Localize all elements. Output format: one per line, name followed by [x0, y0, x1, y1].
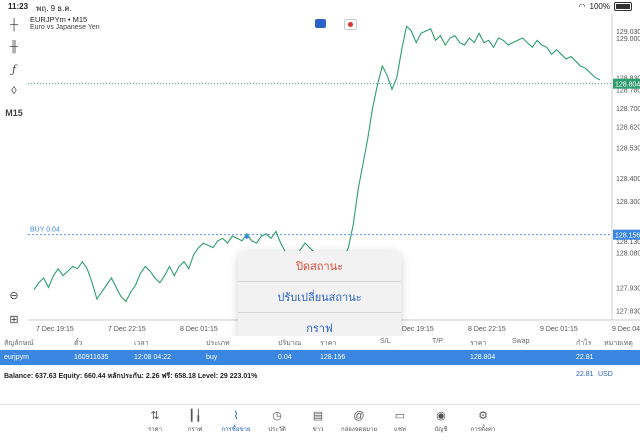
- x-tick-label: 7 Dec 19:15: [36, 326, 74, 333]
- nav-item-quotes[interactable]: ⇅ ราคา: [135, 409, 175, 434]
- trade-table-header: สัญลักษณ์ ตั๋ว เวลา ประเภท ปริมาณ ราคา S/L T/P ร…: [0, 336, 640, 349]
- y-tick-label: 128.080: [616, 250, 640, 257]
- entry-marker: [244, 234, 249, 239]
- column-header: เวลา: [134, 340, 149, 347]
- quotes-icon: ⇅: [150, 410, 160, 422]
- column-header: ปริมาณ: [278, 340, 302, 347]
- nav-label: กราฟ: [187, 427, 203, 433]
- column-header: ประเภท: [206, 340, 230, 347]
- battery-icon: [614, 2, 632, 11]
- table-cell: 22.81: [576, 354, 594, 361]
- wifi-icon: ◠: [578, 2, 586, 11]
- history-icon: ◷: [272, 410, 282, 422]
- table-cell: 0.04: [278, 354, 292, 361]
- table-cell: 12:08 04:22: [134, 354, 171, 361]
- nav-item-history[interactable]: ◷ ประวัติ: [257, 409, 297, 434]
- column-header: ตั๋ว: [74, 340, 83, 347]
- x-tick-label: 9 Dec 04:15: [612, 326, 640, 333]
- buy-price-text: 128.156: [615, 233, 640, 240]
- close-position-button[interactable]: ปิดสถานะ: [238, 251, 401, 282]
- nav-item-account[interactable]: ◉ บัญชี: [421, 409, 461, 434]
- nav-label: แชท: [394, 427, 406, 433]
- timeframe-button[interactable]: M15: [4, 104, 24, 122]
- chart-description: Euro vs Japanese Yen: [30, 24, 100, 31]
- add-icon[interactable]: ⊞: [4, 310, 24, 328]
- column-header: สัญลักษณ์: [4, 340, 34, 347]
- nav-item-trade[interactable]: ⌇ การซื้อขาย: [216, 409, 256, 434]
- nav-item-mailbox[interactable]: @ กล่องจดหมาย: [339, 409, 379, 434]
- x-tick-label: 9 Dec 01:15: [540, 326, 578, 333]
- position-context-menu: ปิดสถานะ ปรับเปลี่ยนสถานะ กราฟ: [238, 251, 401, 343]
- column-header: S/L: [380, 338, 391, 345]
- status-bar: 11:23 พฤ. 9 ธ.ค. ◠ 100%: [0, 0, 640, 14]
- table-cell: 160911635: [74, 354, 109, 361]
- table-cell: 128.804: [470, 354, 496, 361]
- status-right: ◠ 100%: [579, 2, 632, 11]
- settings-icon: ⚙: [478, 410, 488, 422]
- status-time: 11:23: [8, 2, 29, 11]
- chart-toolbar: ┼ ╫ ƒ ◊ M15 ⊖ ⊞: [0, 14, 28, 334]
- nav-item-settings[interactable]: ⚙ การตั้งค่า: [463, 409, 503, 434]
- balance-text: Balance: 637.63 Equity: 660.44 หลักประกั…: [4, 373, 258, 380]
- y-tick-label: 129.030: [616, 29, 640, 36]
- trade-icon: ⌇: [233, 410, 239, 422]
- bottom-nav: ⇅ ราคา ┃╽ กราฟ ⌇ การซื้อขาย ◷ ประวัติ ▤ ข่าว @ กล่อ…: [0, 404, 640, 448]
- y-tick-label: 127.830: [616, 309, 640, 316]
- y-tick-label: 128.130: [616, 239, 640, 246]
- nav-label: ประวัติ: [268, 427, 286, 433]
- table-cell: eurjpym: [4, 354, 29, 361]
- y-tick-label: 129.000: [616, 36, 640, 43]
- table-cell: 128.156: [320, 354, 346, 361]
- nav-item-chart[interactable]: ┃╽ กราฟ: [175, 409, 215, 434]
- chart-icon: ┃╽: [188, 410, 202, 422]
- balance-row: Balance: 637.63 Equity: 660.44 หลักประกั…: [0, 368, 640, 383]
- zoom-icon[interactable]: ⊖: [4, 286, 24, 304]
- column-header: หมายเหตุ: [604, 340, 633, 347]
- nav-label: การตั้งค่า: [470, 427, 496, 433]
- buy-level-label: BUY 0.04: [30, 227, 60, 234]
- nav-label: ข่าว: [312, 427, 324, 433]
- y-tick-label: 128.300: [616, 199, 640, 206]
- column-header: ราคา: [320, 340, 337, 347]
- x-tick-label: 7 Dec 22:15: [108, 326, 146, 333]
- mailbox-icon: @: [353, 410, 365, 422]
- nav-label: ราคา: [148, 427, 162, 433]
- modify-position-button[interactable]: ปรับเปลี่ยนสถานะ: [238, 282, 401, 313]
- current-price-text: 128.804: [615, 82, 640, 89]
- eu-flag-icon: [315, 19, 326, 28]
- table-row[interactable]: eurjpym 160911635 12:08 04:22 buy 0.04 128.15…: [0, 350, 640, 365]
- candles-icon[interactable]: ╫: [4, 38, 24, 56]
- column-header: Swap: [512, 338, 530, 345]
- battery-text: 100%: [589, 2, 610, 11]
- jp-flag-icon: [344, 19, 357, 30]
- column-header: T/P: [432, 338, 443, 345]
- y-tick-label: 127.930: [616, 285, 640, 292]
- nav-item-chat[interactable]: ▭ แชท: [380, 409, 420, 434]
- y-tick-label: 128.400: [616, 176, 640, 183]
- y-tick-label: 128.530: [616, 146, 640, 153]
- nav-label: บัญชี: [434, 427, 448, 433]
- y-tick-label: 128.700: [616, 106, 640, 113]
- account-currency: USD: [598, 371, 613, 378]
- x-tick-label: 8 Dec 19:15: [396, 326, 434, 333]
- crosshair-icon[interactable]: ┼: [4, 16, 24, 34]
- total-profit: 22.81: [576, 371, 594, 378]
- chart-symbol: EURJPYm • M15: [30, 15, 88, 24]
- account-icon: ◉: [436, 410, 446, 422]
- function-icon[interactable]: ƒ: [4, 60, 24, 78]
- chart-flags: [315, 19, 357, 30]
- nav-label: กล่องจดหมาย: [340, 427, 378, 433]
- nav-item-news[interactable]: ▤ ข่าว: [298, 409, 338, 434]
- x-tick-label: 8 Dec 22:15: [468, 326, 506, 333]
- column-header: กำไร: [576, 340, 592, 347]
- news-icon: ▤: [312, 410, 324, 422]
- chat-icon: ▭: [394, 410, 406, 422]
- y-tick-label: 128.620: [616, 125, 640, 132]
- objects-icon[interactable]: ◊: [4, 82, 24, 100]
- x-tick-label: 8 Dec 01:15: [180, 326, 218, 333]
- nav-label: การซื้อขาย: [221, 427, 251, 433]
- column-header: ราคา: [470, 340, 487, 347]
- table-cell: buy: [206, 354, 218, 361]
